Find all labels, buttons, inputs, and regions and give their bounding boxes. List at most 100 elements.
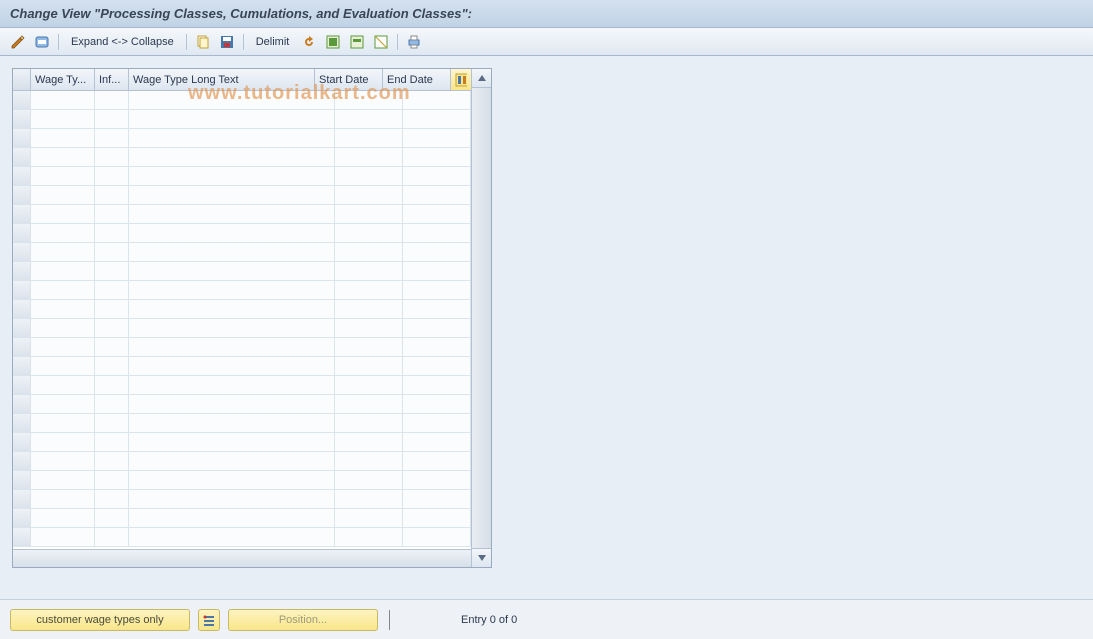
row-selector[interactable] <box>13 148 31 166</box>
cell-start-date[interactable] <box>335 414 403 432</box>
cell-inf[interactable] <box>95 452 129 470</box>
horizontal-scroll-area[interactable] <box>13 549 471 567</box>
cell-inf[interactable] <box>95 262 129 280</box>
row-selector[interactable] <box>13 186 31 204</box>
scroll-down-button[interactable] <box>472 548 491 567</box>
cell-long-text[interactable] <box>129 148 335 166</box>
cell-end-date[interactable] <box>403 243 471 261</box>
cell-inf[interactable] <box>95 433 129 451</box>
cell-start-date[interactable] <box>335 205 403 223</box>
cell-inf[interactable] <box>95 471 129 489</box>
cell-long-text[interactable] <box>129 262 335 280</box>
row-selector[interactable] <box>13 243 31 261</box>
cell-start-date[interactable] <box>335 376 403 394</box>
cell-long-text[interactable] <box>129 186 335 204</box>
cell-start-date[interactable] <box>335 471 403 489</box>
cell-inf[interactable] <box>95 395 129 413</box>
cell-long-text[interactable] <box>129 357 335 375</box>
cell-start-date[interactable] <box>335 148 403 166</box>
row-selector[interactable] <box>13 91 31 109</box>
cell-end-date[interactable] <box>403 338 471 356</box>
row-selector[interactable] <box>13 414 31 432</box>
cell-end-date[interactable] <box>403 376 471 394</box>
cell-inf[interactable] <box>95 509 129 527</box>
cell-start-date[interactable] <box>335 243 403 261</box>
cell-long-text[interactable] <box>129 224 335 242</box>
cell-start-date[interactable] <box>335 186 403 204</box>
cell-long-text[interactable] <box>129 414 335 432</box>
cell-wage-type[interactable] <box>31 243 95 261</box>
row-selector[interactable] <box>13 509 31 527</box>
cell-start-date[interactable] <box>335 262 403 280</box>
expand-collapse-button[interactable]: Expand <-> Collapse <box>65 34 180 50</box>
cell-inf[interactable] <box>95 281 129 299</box>
row-selector[interactable] <box>13 167 31 185</box>
cell-inf[interactable] <box>95 167 129 185</box>
cell-wage-type[interactable] <box>31 357 95 375</box>
row-selector[interactable] <box>13 129 31 147</box>
cell-inf[interactable] <box>95 91 129 109</box>
row-selector[interactable] <box>13 452 31 470</box>
cell-start-date[interactable] <box>335 319 403 337</box>
cell-inf[interactable] <box>95 376 129 394</box>
cell-wage-type[interactable] <box>31 338 95 356</box>
row-selector[interactable] <box>13 357 31 375</box>
select-all-icon[interactable] <box>323 33 343 51</box>
row-selector[interactable] <box>13 110 31 128</box>
cell-end-date[interactable] <box>403 509 471 527</box>
cell-end-date[interactable] <box>403 224 471 242</box>
cell-start-date[interactable] <box>335 357 403 375</box>
cell-start-date[interactable] <box>335 281 403 299</box>
cell-wage-type[interactable] <box>31 376 95 394</box>
cell-wage-type[interactable] <box>31 224 95 242</box>
cell-start-date[interactable] <box>335 91 403 109</box>
other-view-icon[interactable] <box>32 33 52 51</box>
cell-wage-type[interactable] <box>31 110 95 128</box>
cell-inf[interactable] <box>95 490 129 508</box>
cell-wage-type[interactable] <box>31 471 95 489</box>
cell-wage-type[interactable] <box>31 281 95 299</box>
print-icon[interactable] <box>404 33 424 51</box>
cell-end-date[interactable] <box>403 281 471 299</box>
cell-start-date[interactable] <box>335 509 403 527</box>
cell-wage-type[interactable] <box>31 205 95 223</box>
col-long-text[interactable]: Wage Type Long Text <box>129 69 315 90</box>
cell-end-date[interactable] <box>403 490 471 508</box>
cell-wage-type[interactable] <box>31 414 95 432</box>
row-selector[interactable] <box>13 338 31 356</box>
cell-inf[interactable] <box>95 110 129 128</box>
cell-long-text[interactable] <box>129 129 335 147</box>
scroll-track[interactable] <box>472 88 491 548</box>
scroll-up-button[interactable] <box>472 69 491 88</box>
cell-long-text[interactable] <box>129 205 335 223</box>
cell-wage-type[interactable] <box>31 528 95 546</box>
cell-long-text[interactable] <box>129 528 335 546</box>
cell-inf[interactable] <box>95 205 129 223</box>
cell-inf[interactable] <box>95 224 129 242</box>
col-end-date[interactable]: End Date <box>383 69 451 90</box>
cell-long-text[interactable] <box>129 471 335 489</box>
row-selector[interactable] <box>13 395 31 413</box>
select-block-icon[interactable] <box>347 33 367 51</box>
cell-wage-type[interactable] <box>31 91 95 109</box>
cell-end-date[interactable] <box>403 319 471 337</box>
cell-end-date[interactable] <box>403 110 471 128</box>
cell-long-text[interactable] <box>129 509 335 527</box>
cell-long-text[interactable] <box>129 91 335 109</box>
undo-icon[interactable] <box>299 33 319 51</box>
row-selector[interactable] <box>13 319 31 337</box>
row-selector[interactable] <box>13 376 31 394</box>
cell-inf[interactable] <box>95 338 129 356</box>
cell-inf[interactable] <box>95 357 129 375</box>
cell-wage-type[interactable] <box>31 129 95 147</box>
cell-end-date[interactable] <box>403 471 471 489</box>
cell-start-date[interactable] <box>335 395 403 413</box>
cell-long-text[interactable] <box>129 338 335 356</box>
row-selector[interactable] <box>13 528 31 546</box>
cell-end-date[interactable] <box>403 167 471 185</box>
toggle-display-change-icon[interactable] <box>8 33 28 51</box>
cell-wage-type[interactable] <box>31 262 95 280</box>
row-selector[interactable] <box>13 224 31 242</box>
cell-wage-type[interactable] <box>31 395 95 413</box>
cell-end-date[interactable] <box>403 395 471 413</box>
